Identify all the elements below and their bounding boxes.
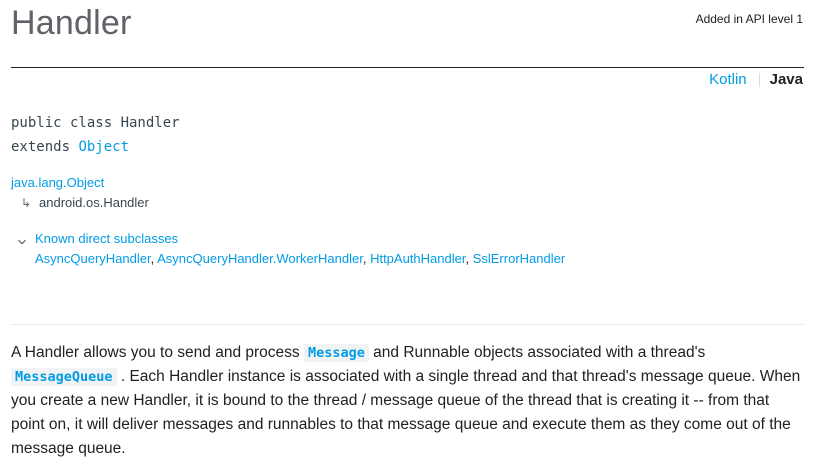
list-separator: ,: [465, 251, 473, 266]
list-separator: ,: [362, 251, 371, 266]
description-text: and Runnable objects associated with a t…: [368, 344, 706, 361]
header-divider: [11, 67, 804, 68]
extends-keyword: extends: [11, 139, 79, 155]
inheritance-hierarchy: java.lang.Object ↳ android.os.Handler: [11, 173, 149, 213]
declaration-line: public class Handler: [11, 115, 180, 131]
subclass-link[interactable]: AsyncQueryHandler.WorkerHandler: [157, 251, 363, 266]
hierarchy-child-label: android.os.Handler: [39, 195, 149, 210]
subclass-list: AsyncQueryHandler, AsyncQueryHandler.Wor…: [11, 249, 565, 269]
tab-kotlin[interactable]: Kotlin: [709, 71, 747, 88]
message-code-link[interactable]: Message: [303, 344, 369, 362]
messagequeue-code-link[interactable]: MessageQueue: [11, 368, 117, 386]
page-title: Handler: [11, 4, 132, 42]
api-level-label: Added in API level 1: [695, 12, 803, 26]
class-declaration: public class Handler extends Object: [11, 111, 180, 159]
language-separator: [758, 72, 760, 87]
extends-line: extends Object: [11, 135, 180, 159]
known-subclasses: Known direct subclasses AsyncQueryHandle…: [11, 229, 565, 269]
subclass-link[interactable]: AsyncQueryHandler: [35, 251, 151, 266]
parent-class-link[interactable]: Object: [78, 139, 129, 155]
description-text: A Handler allows you to send and process: [11, 344, 304, 361]
chevron-down-icon: [17, 233, 27, 245]
section-divider: [11, 324, 804, 325]
description-text: . Each Handler instance is associated wi…: [11, 368, 801, 457]
tab-java[interactable]: Java: [770, 71, 803, 88]
language-switch: Kotlin Java: [709, 71, 803, 88]
subclasses-title: Known direct subclasses: [35, 231, 179, 246]
subclass-arrow-icon: ↳: [21, 196, 32, 210]
hierarchy-child: ↳ android.os.Handler: [11, 193, 149, 213]
class-description: A Handler allows you to send and process…: [11, 341, 801, 461]
subclass-link[interactable]: HttpAuthHandler: [370, 251, 465, 266]
subclass-link[interactable]: SslErrorHandler: [473, 251, 565, 266]
subclasses-toggle[interactable]: Known direct subclasses: [11, 229, 565, 249]
hierarchy-root-link[interactable]: java.lang.Object: [11, 173, 149, 193]
